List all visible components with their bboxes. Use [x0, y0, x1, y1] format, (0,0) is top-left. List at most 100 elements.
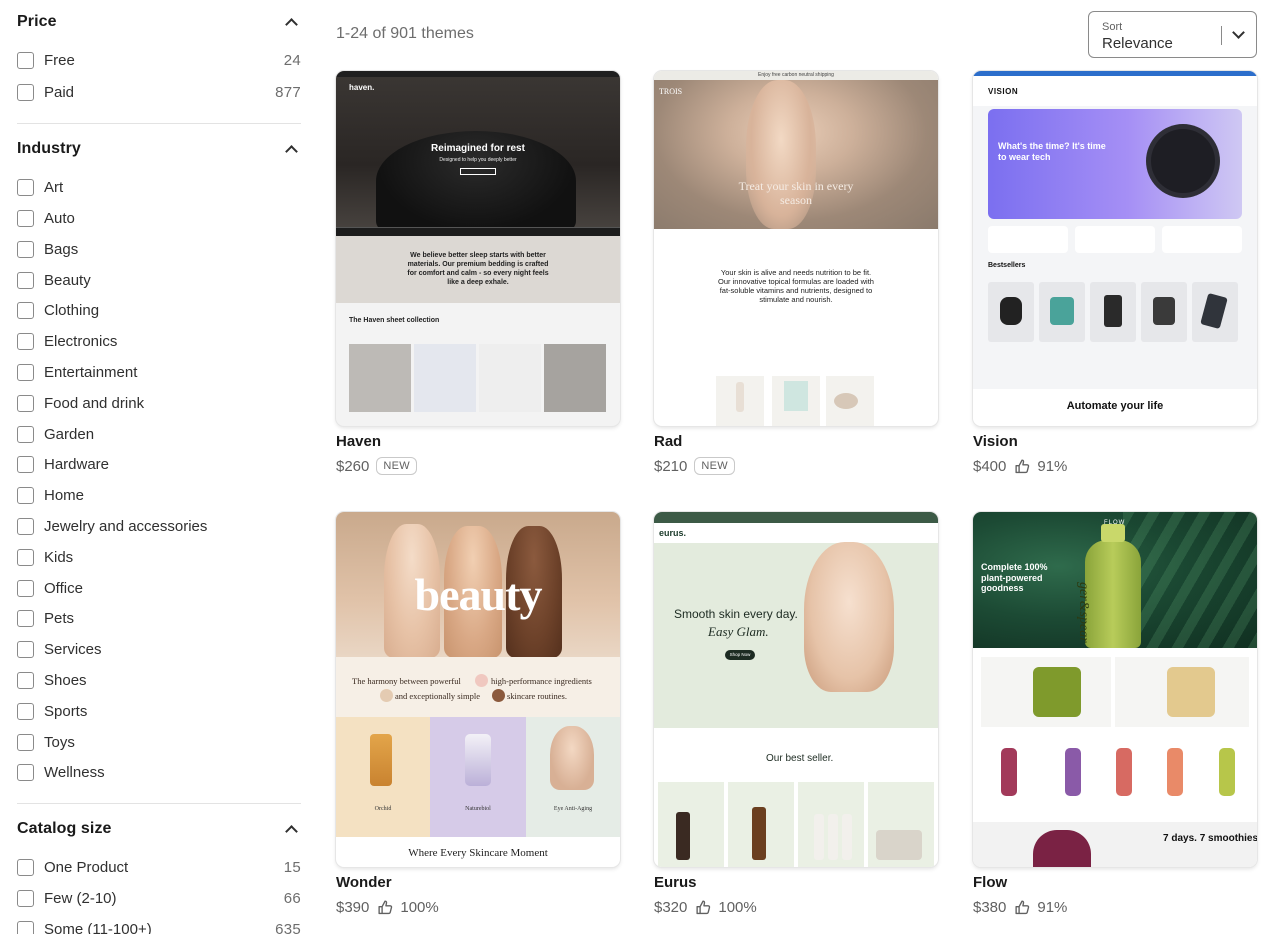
filter-option-label: Free [44, 51, 75, 69]
price-filter-title: Price [17, 13, 57, 30]
checkbox[interactable] [17, 271, 34, 289]
checkbox[interactable] [17, 763, 34, 781]
preview-logo: VISION [988, 87, 1019, 96]
chevron-up-icon[interactable] [285, 823, 297, 835]
checkbox[interactable] [17, 332, 34, 350]
filter-option-food-and-drink[interactable]: Food and drink [17, 393, 301, 413]
preview-leaves [1123, 512, 1257, 648]
catalog-size-filter: Catalog size [17, 818, 301, 840]
filter-option-wellness[interactable]: Wellness [17, 762, 301, 782]
filter-option-count: 635 [275, 920, 301, 934]
theme-preview-haven[interactable]: haven. Reimagined for rest Designed to h… [336, 71, 620, 426]
theme-preview-vision[interactable]: VISION What's the time? It's time to wea… [973, 71, 1257, 426]
preview-watch [1151, 129, 1215, 193]
theme-name[interactable]: Flow [973, 874, 1007, 891]
filter-option-hardware[interactable]: Hardware [17, 454, 301, 474]
preview-product [798, 782, 864, 867]
filter-option-garden[interactable]: Garden [17, 424, 301, 444]
filter-option-label: Clothing [44, 301, 100, 319]
filter-option-few[interactable]: Few (2-10) 66 [17, 888, 301, 908]
filter-option-office[interactable]: Office [17, 578, 301, 598]
filter-option-toys[interactable]: Toys [17, 732, 301, 752]
theme-rating: 91% [1037, 898, 1068, 916]
filter-option-beauty[interactable]: Beauty [17, 270, 301, 290]
checkbox[interactable] [17, 733, 34, 751]
chevron-up-icon[interactable] [285, 16, 297, 28]
chevron-up-icon[interactable] [285, 143, 297, 155]
theme-name[interactable]: Haven [336, 433, 381, 450]
checkbox[interactable] [17, 394, 34, 412]
filter-option-label: Beauty [44, 271, 91, 289]
catalog-size-filter-title: Catalog size [17, 820, 112, 837]
checkbox[interactable] [17, 178, 34, 196]
theme-preview-eurus[interactable]: eurus. Smooth skin every day. Easy Glam.… [654, 512, 938, 867]
industry-filter-header[interactable]: Industry [17, 138, 301, 160]
checkbox[interactable] [17, 517, 34, 535]
theme-meta: $390 100% [336, 897, 439, 917]
checkbox[interactable] [17, 640, 34, 658]
preview-hero [654, 543, 938, 728]
preview-product [479, 344, 541, 412]
checkbox[interactable] [17, 240, 34, 258]
filter-option-pets[interactable]: Pets [17, 608, 301, 628]
preview-bottle [1065, 748, 1081, 796]
preview-product-name: Naturebiol [465, 806, 491, 812]
filter-option-bags[interactable]: Bags [17, 239, 301, 259]
preview-footer-text: Automate your life [1066, 400, 1164, 412]
filter-option-shoes[interactable]: Shoes [17, 670, 301, 690]
checkbox[interactable] [17, 83, 34, 101]
filter-option-one-product[interactable]: One Product 15 [17, 857, 301, 877]
checkbox[interactable] [17, 425, 34, 443]
checkbox[interactable] [17, 209, 34, 227]
checkbox[interactable] [17, 486, 34, 504]
filter-option-art[interactable]: Art [17, 177, 301, 197]
theme-price: $400 [973, 457, 1007, 475]
filter-option-clothing[interactable]: Clothing [17, 300, 301, 320]
filter-option-some[interactable]: Some (11-100+) 635 [17, 919, 301, 934]
chevron-down-icon[interactable] [1232, 29, 1244, 39]
filter-option-electronics[interactable]: Electronics [17, 331, 301, 351]
theme-preview-flow[interactable]: ger&spear FLOW Complete 100% plant-power… [973, 512, 1257, 867]
checkbox[interactable] [17, 889, 34, 907]
filter-option-kids[interactable]: Kids [17, 547, 301, 567]
checkbox[interactable] [17, 363, 34, 381]
filter-option-label: Auto [44, 209, 75, 227]
theme-name[interactable]: Eurus [654, 874, 697, 891]
preview-jar [834, 393, 858, 409]
filter-option-label: Electronics [44, 332, 118, 350]
theme-name[interactable]: Rad [654, 433, 682, 450]
price-filter-header[interactable]: Price [17, 11, 301, 33]
theme-name[interactable]: Wonder [336, 874, 392, 891]
filter-option-jewelry-and-accessories[interactable]: Jewelry and accessories [17, 516, 301, 536]
filter-option-auto[interactable]: Auto [17, 208, 301, 228]
filter-option-entertainment[interactable]: Entertainment [17, 362, 301, 382]
theme-preview-wonder[interactable]: beauty The harmony between powerful high… [336, 512, 620, 867]
checkbox[interactable] [17, 301, 34, 319]
catalog-size-filter-header[interactable]: Catalog size [17, 818, 301, 840]
filter-option-paid[interactable]: Paid 877 [17, 82, 301, 102]
theme-name[interactable]: Vision [973, 433, 1018, 450]
sort-select[interactable]: Sort Relevance [1088, 11, 1257, 58]
checkbox[interactable] [17, 671, 34, 689]
preview-headline: Complete 100% plant-powered goodness [981, 562, 1048, 593]
checkbox[interactable] [17, 455, 34, 473]
preview-pack [1033, 667, 1081, 717]
thumbs-up-icon [1015, 458, 1030, 473]
preview-product-name: Orchid [374, 806, 392, 812]
checkbox[interactable] [17, 920, 34, 934]
new-badge: NEW [376, 457, 417, 475]
theme-preview-rad[interactable]: Enjoy free carbon neutral shipping TROIS… [654, 71, 938, 426]
preview-promo [988, 226, 1068, 253]
filter-option-free[interactable]: Free 24 [17, 50, 301, 70]
checkbox[interactable] [17, 609, 34, 627]
checkbox[interactable] [17, 702, 34, 720]
filter-option-sports[interactable]: Sports [17, 701, 301, 721]
preview-dot [475, 674, 488, 687]
checkbox[interactable] [17, 51, 34, 69]
filter-option-home[interactable]: Home [17, 485, 301, 505]
preview-device [1000, 297, 1022, 325]
checkbox[interactable] [17, 858, 34, 876]
checkbox[interactable] [17, 548, 34, 566]
filter-option-services[interactable]: Services [17, 639, 301, 659]
checkbox[interactable] [17, 579, 34, 597]
